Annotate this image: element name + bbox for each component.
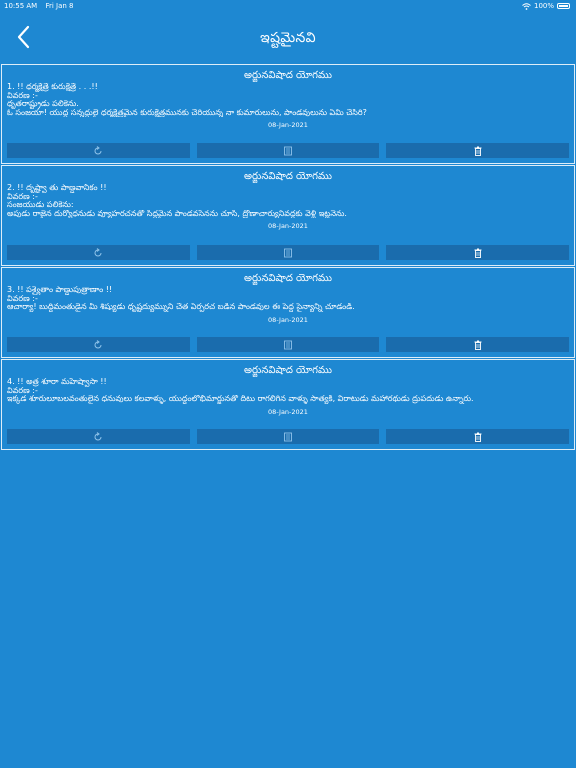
wifi-icon: [522, 2, 531, 10]
trash-icon: [474, 340, 482, 350]
share-button[interactable]: [7, 337, 190, 352]
delete-button[interactable]: [386, 143, 570, 158]
favorite-card: అర్జునవిషాద యోగము 3. !! పశ్యైతాం పాణ్డుప…: [1, 267, 575, 358]
card-line-1: సంజయుడు పలికెను:: [7, 201, 74, 210]
notes-button[interactable]: [196, 143, 380, 158]
share-icon: [94, 145, 102, 154]
card-meaning-label: వివరణ :-: [7, 91, 38, 100]
card-line-2: ఇక్కడ శూరులూబలవంతులైన ధనువులు కలవాళ్ళు, …: [7, 395, 474, 404]
battery-icon: [557, 3, 570, 9]
card-verse: 4. !! అత్ర శూరా మహేష్వాసా !!: [7, 378, 107, 386]
card-verse: 2. !! దృష్ట్వా తు పాణ్డవానీకం !!: [7, 184, 107, 192]
nav-bar: ఇష్టమైనవి: [0, 12, 576, 64]
card-line-2: ఓ సంజయా! యుద్ధ సన్నద్ధులై ధర్మక్షేత్రమైన…: [7, 108, 367, 117]
card-actions: [7, 429, 570, 444]
notes-icon: [284, 248, 292, 257]
card-date: 08-Jan-2021: [268, 222, 308, 231]
card-meaning-label: వివరణ :-: [7, 386, 38, 395]
card-meaning-label: వివరణ :-: [7, 294, 38, 303]
share-button[interactable]: [7, 245, 190, 260]
notes-icon: [284, 432, 292, 441]
favorite-card: అర్జునవిషాద యోగము 1. !! ధర్మక్షేత్రే కుర…: [1, 64, 575, 164]
share-button[interactable]: [7, 429, 190, 444]
favorite-card: అర్జునవిషాద యోగము 2. !! దృష్ట్వా తు పాణ్…: [1, 165, 575, 266]
notes-button[interactable]: [196, 245, 380, 260]
card-chapter-title: అర్జునవిషాద యోగము: [243, 70, 332, 81]
card-date: 08-Jan-2021: [268, 121, 308, 130]
page-title: ఇష్టమైనవి: [260, 30, 316, 46]
battery-percent: 100%: [533, 2, 554, 10]
card-chapter-title: అర్జునవిషాద యోగము: [243, 273, 332, 284]
share-icon: [94, 247, 102, 256]
delete-button[interactable]: [386, 337, 570, 352]
status-bar: 10:55 AM Fri Jan 8 100%: [0, 0, 576, 12]
status-date: Fri Jan 8: [45, 2, 74, 10]
card-line-1: ధృతరాష్ట్రుడు పలికెను.: [7, 100, 79, 109]
status-time: 10:55 AM: [4, 2, 38, 10]
share-icon: [94, 339, 102, 348]
trash-icon: [474, 146, 482, 156]
share-icon: [94, 431, 102, 440]
card-date: 08-Jan-2021: [268, 315, 308, 324]
card-date: 08-Jan-2021: [268, 407, 308, 416]
trash-icon: [474, 432, 482, 442]
card-verse: 3. !! పశ్యైతాం పాణ్డుపుత్రాణాం !!: [7, 286, 113, 294]
share-button[interactable]: [7, 143, 190, 158]
notes-button[interactable]: [196, 429, 380, 444]
notes-button[interactable]: [196, 337, 380, 352]
delete-button[interactable]: [386, 245, 570, 260]
card-chapter-title: అర్జునవిషాద యోగము: [243, 365, 332, 376]
card-actions: [7, 245, 570, 260]
card-actions: [7, 143, 570, 158]
card-line-2: ఆచార్యా! బుద్ధిమంతుడైన మీ శిష్యుడు ధృష్ట…: [7, 303, 355, 312]
notes-icon: [284, 340, 292, 349]
trash-icon: [474, 248, 482, 258]
card-chapter-title: అర్జునవిషాద యోగము: [243, 171, 332, 182]
card-actions: [7, 337, 570, 352]
card-line-2: అపుడు రాజైన దుర్యోధనుడు వ్యూహరచనతో సిద్ధ…: [7, 209, 347, 218]
card-verse: 1. !! ధర్మక్షేత్రే కురుక్షేత్రే . . .!!: [7, 83, 98, 91]
delete-button[interactable]: [386, 429, 570, 444]
notes-icon: [284, 146, 292, 155]
card-meaning-label: వివరణ :-: [7, 192, 38, 201]
favorite-card: అర్జునవిషాద యోగము 4. !! అత్ర శూరా మహేష్వ…: [1, 359, 575, 450]
